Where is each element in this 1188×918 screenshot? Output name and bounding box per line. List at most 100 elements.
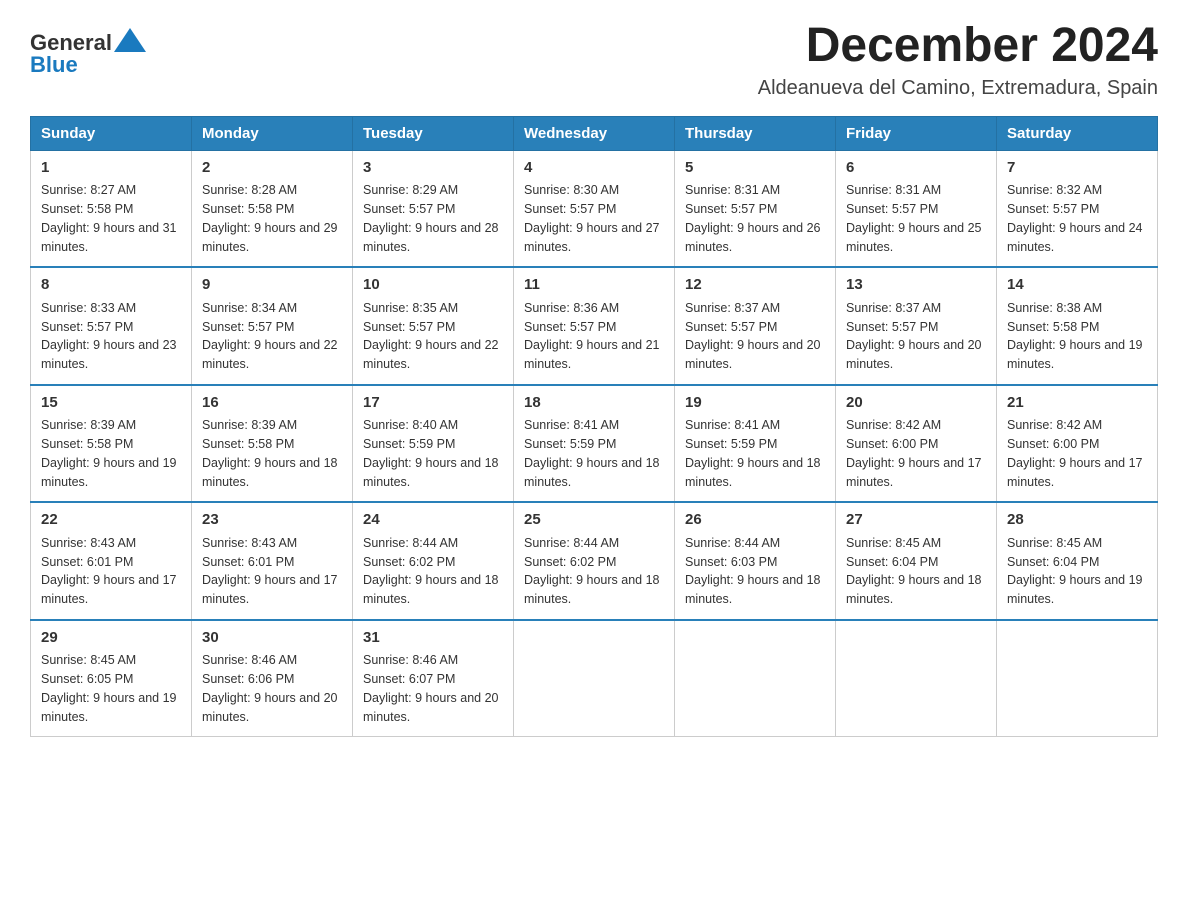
sunset-text: Sunset: 5:57 PM bbox=[41, 318, 181, 337]
calendar-cell: 21Sunrise: 8:42 AMSunset: 6:00 PMDayligh… bbox=[997, 385, 1158, 503]
daylight-text: Daylight: 9 hours and 20 minutes. bbox=[202, 689, 342, 727]
day-number: 1 bbox=[41, 157, 181, 180]
calendar-cell: 1Sunrise: 8:27 AMSunset: 5:58 PMDaylight… bbox=[31, 150, 192, 267]
daylight-text: Daylight: 9 hours and 19 minutes. bbox=[41, 454, 181, 492]
month-year: December 2024 bbox=[758, 20, 1158, 73]
sunrise-text: Sunrise: 8:42 AM bbox=[846, 416, 986, 435]
day-number: 20 bbox=[846, 392, 986, 415]
sunrise-text: Sunrise: 8:37 AM bbox=[685, 299, 825, 318]
page-header: General Blue December 2024 Aldeanueva de… bbox=[30, 20, 1158, 100]
calendar-cell: 24 Sunrise: 8:44 AMSunset: 6:02 PMDayligh… bbox=[353, 502, 514, 620]
sunset-text: Sunset: 5:58 PM bbox=[202, 435, 342, 454]
daylight-text: Daylight: 9 hours and 19 minutes. bbox=[1007, 336, 1147, 374]
sunset-text: Sunset: 6:00 PM bbox=[846, 435, 986, 454]
calendar-cell: 23Sunrise: 8:43 AMSunset: 6:01 PMDayligh… bbox=[192, 502, 353, 620]
calendar-cell: 3Sunrise: 8:29 AMSunset: 5:57 PMDaylight… bbox=[353, 150, 514, 267]
calendar-cell: 28Sunrise: 8:45 AMSunset: 6:04 PMDayligh… bbox=[997, 502, 1158, 620]
sunset-text: Sunset: 5:57 PM bbox=[685, 318, 825, 337]
daylight-text: Daylight: 9 hours and 18 minutes. bbox=[685, 454, 825, 492]
sunrise-text: Sunrise: 8:36 AM bbox=[524, 299, 664, 318]
sunrise-text: Sunrise: 8:42 AM bbox=[1007, 416, 1147, 435]
sunrise-text: Sunrise: 8:37 AM bbox=[846, 299, 986, 318]
calendar-cell: 2Sunrise: 8:28 AMSunset: 5:58 PMDaylight… bbox=[192, 150, 353, 267]
calendar-cell: 31Sunrise: 8:46 AMSunset: 6:07 PMDayligh… bbox=[353, 620, 514, 737]
sunset-text: Sunset: 5:58 PM bbox=[41, 435, 181, 454]
sunrise-text: Sunrise: 8:33 AM bbox=[41, 299, 181, 318]
calendar-cell: 8Sunrise: 8:33 AMSunset: 5:57 PMDaylight… bbox=[31, 267, 192, 385]
sunrise-text: Sunrise: 8:31 AM bbox=[685, 181, 825, 200]
day-number: 23 bbox=[202, 509, 342, 532]
daylight-text: Daylight: 9 hours and 20 minutes. bbox=[363, 689, 503, 727]
calendar-cell: 4Sunrise: 8:30 AMSunset: 5:57 PMDaylight… bbox=[514, 150, 675, 267]
column-header-thursday: Thursday bbox=[675, 116, 836, 150]
day-number: 10 bbox=[363, 274, 503, 297]
day-number: 24 bbox=[363, 509, 503, 532]
daylight-text: Daylight: 9 hours and 23 minutes. bbox=[41, 336, 181, 374]
svg-text:Blue: Blue bbox=[30, 52, 78, 75]
day-number: 17 bbox=[363, 392, 503, 415]
sunrise-text: Sunrise: 8:43 AM bbox=[41, 534, 181, 553]
column-header-wednesday: Wednesday bbox=[514, 116, 675, 150]
calendar-table: SundayMondayTuesdayWednesdayThursdayFrid… bbox=[30, 116, 1158, 738]
daylight-text: Daylight: 9 hours and 18 minutes. bbox=[846, 571, 986, 609]
column-header-monday: Monday bbox=[192, 116, 353, 150]
sunrise-text: Sunrise: 8:44 AM bbox=[685, 534, 825, 553]
day-number: 16 bbox=[202, 392, 342, 415]
calendar-cell: 27Sunrise: 8:45 AMSunset: 6:04 PMDayligh… bbox=[836, 502, 997, 620]
calendar-cell bbox=[836, 620, 997, 737]
day-number: 5 bbox=[685, 157, 825, 180]
calendar-week-row: 1Sunrise: 8:27 AM Sunset: 5:58 PM Daylight… bbox=[31, 150, 1158, 267]
sunset-text: Sunset: 6:05 PM bbox=[41, 670, 181, 689]
sunrise-text: Sunrise: 8:29 AM bbox=[363, 181, 503, 200]
daylight-text: Daylight: 9 hours and 28 minutes. bbox=[363, 219, 503, 257]
daylight-text: Daylight: 9 hours and 25 minutes. bbox=[846, 219, 986, 257]
day-number: 14 bbox=[1007, 274, 1147, 297]
sunrise-text: Sunrise: 8:43 AM bbox=[202, 534, 342, 553]
daylight-text: Daylight: 9 hours and 17 minutes. bbox=[846, 454, 986, 492]
sunrise-text: Sunrise: 8:45 AM bbox=[41, 651, 181, 670]
daylight-text: Daylight: 9 hours and 26 minutes. bbox=[685, 219, 825, 257]
calendar-cell bbox=[997, 620, 1158, 737]
calendar-week-row: 15Sunrise: 8:39 AMSunset: 5:58 PMDayligh… bbox=[31, 385, 1158, 503]
calendar-header-row: SundayMondayTuesdayWednesdayThursdayFrid… bbox=[31, 116, 1158, 150]
sunrise-text: Sunrise: 8:40 AM bbox=[363, 416, 503, 435]
calendar-cell: 29Sunrise: 8:45 AMSunset: 6:05 PMDayligh… bbox=[31, 620, 192, 737]
calendar-cell: 6Sunrise: 8:31 AMSunset: 5:57 PMDaylight… bbox=[836, 150, 997, 267]
sunrise-text: Sunrise: 8:28 AM bbox=[202, 181, 342, 200]
sunrise-text: Sunrise: 8:45 AM bbox=[1007, 534, 1147, 553]
day-number: 11 bbox=[524, 274, 664, 297]
column-header-tuesday: Tuesday bbox=[353, 116, 514, 150]
sunset-text: Sunset: 5:58 PM bbox=[1007, 318, 1147, 337]
daylight-text: Daylight: 9 hours and 31 minutes. bbox=[41, 219, 181, 257]
sunrise-text: Sunrise: 8:39 AM bbox=[202, 416, 342, 435]
sunset-text: Sunset: 6:01 PM bbox=[41, 553, 181, 572]
day-number: 9 bbox=[202, 274, 342, 297]
sunset-text: Sunset: 5:57 PM bbox=[846, 318, 986, 337]
daylight-text: Daylight: 9 hours and 20 minutes. bbox=[685, 336, 825, 374]
sunrise-text: Sunrise: 8:27 AM bbox=[41, 181, 181, 200]
calendar-cell: 13Sunrise: 8:37 AMSunset: 5:57 PMDayligh… bbox=[836, 267, 997, 385]
sunrise-text: Sunrise: 8:30 AM bbox=[524, 181, 664, 200]
sunset-text: Sunset: 5:57 PM bbox=[363, 200, 503, 219]
location: Aldeanueva del Camino, Extremadura, Spai… bbox=[758, 77, 1158, 100]
logo: General Blue bbox=[30, 20, 160, 75]
calendar-cell: 18Sunrise: 8:41 AMSunset: 5:59 PMDayligh… bbox=[514, 385, 675, 503]
day-number: 30 bbox=[202, 627, 342, 650]
daylight-text: Daylight: 9 hours and 18 minutes. bbox=[685, 571, 825, 609]
calendar-cell: 25Sunrise: 8:44 AMSunset: 6:02 PMDayligh… bbox=[514, 502, 675, 620]
calendar-cell: 12Sunrise: 8:37 AMSunset: 5:57 PMDayligh… bbox=[675, 267, 836, 385]
calendar-cell: 26Sunrise: 8:44 AMSunset: 6:03 PMDayligh… bbox=[675, 502, 836, 620]
day-number: 22 bbox=[41, 509, 181, 532]
daylight-text: Daylight: 9 hours and 17 minutes. bbox=[202, 571, 342, 609]
sunset-text: Sunset: 6:02 PM bbox=[363, 553, 503, 572]
sunset-text: Sunset: 5:58 PM bbox=[202, 200, 342, 219]
sunrise-text: Sunrise: 8:44 AM bbox=[363, 534, 503, 553]
sunrise-text: Sunrise: 8:46 AM bbox=[363, 651, 503, 670]
calendar-cell: 19Sunrise: 8:41 AMSunset: 5:59 PMDayligh… bbox=[675, 385, 836, 503]
daylight-text: Daylight: 9 hours and 18 minutes. bbox=[363, 571, 503, 609]
calendar-week-row: 22Sunrise: 8:43 AMSunset: 6:01 PMDayligh… bbox=[31, 502, 1158, 620]
daylight-text: Daylight: 9 hours and 21 minutes. bbox=[524, 336, 664, 374]
calendar-cell: 9Sunrise: 8:34 AMSunset: 5:57 PMDaylight… bbox=[192, 267, 353, 385]
column-header-friday: Friday bbox=[836, 116, 997, 150]
daylight-text: Daylight: 9 hours and 17 minutes. bbox=[1007, 454, 1147, 492]
